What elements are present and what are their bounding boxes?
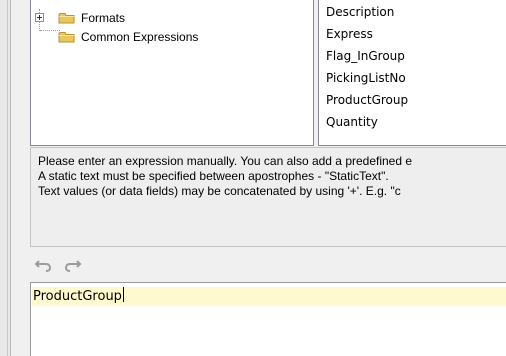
- field-item-description[interactable]: Description: [326, 1, 394, 23]
- expand-plus-icon[interactable]: [35, 13, 44, 22]
- left-edge-divider: [7, 0, 8, 356]
- redo-button[interactable]: [62, 256, 82, 274]
- field-item-pickinglistno[interactable]: PickingListNo: [326, 67, 406, 89]
- field-list[interactable]: Description Express Flag_InGroup Picking…: [318, 0, 506, 146]
- tree-item-formats[interactable]: Formats: [31, 9, 291, 27]
- expression-text[interactable]: ProductGroup: [33, 287, 124, 306]
- expression-input[interactable]: ProductGroup: [30, 282, 506, 356]
- tree-item-label: Common Expressions: [81, 30, 199, 44]
- field-item-flag-ingroup[interactable]: Flag_InGroup: [326, 45, 405, 67]
- text-caret: [122, 287, 124, 302]
- undo-icon: [34, 260, 52, 272]
- left-window-edge: [0, 0, 11, 356]
- field-item-express[interactable]: Express: [326, 23, 373, 45]
- undo-button[interactable]: [34, 256, 54, 274]
- folder-icon: [58, 30, 75, 43]
- expression-value: ProductGroup: [33, 289, 122, 304]
- hint-line: A static text must be specified between …: [38, 169, 389, 183]
- tree-item-common-expressions[interactable]: Common Expressions: [31, 28, 291, 46]
- field-item-productgroup[interactable]: ProductGroup: [326, 89, 408, 111]
- function-tree-panel: Formats Common Expressions: [30, 0, 314, 146]
- redo-icon: [64, 260, 82, 272]
- field-item-quantity[interactable]: Quantity: [326, 111, 378, 133]
- expression-editor-window: Formats Common Expressions Description E…: [0, 0, 506, 356]
- hint-line: Text values (or data fields) may be conc…: [38, 184, 401, 198]
- hint-line: Please enter an expression manually. You…: [38, 154, 413, 168]
- tree-item-label: Formats: [81, 11, 126, 25]
- folder-icon: [58, 11, 75, 24]
- expression-hint: Please enter an expression manually. You…: [30, 147, 506, 247]
